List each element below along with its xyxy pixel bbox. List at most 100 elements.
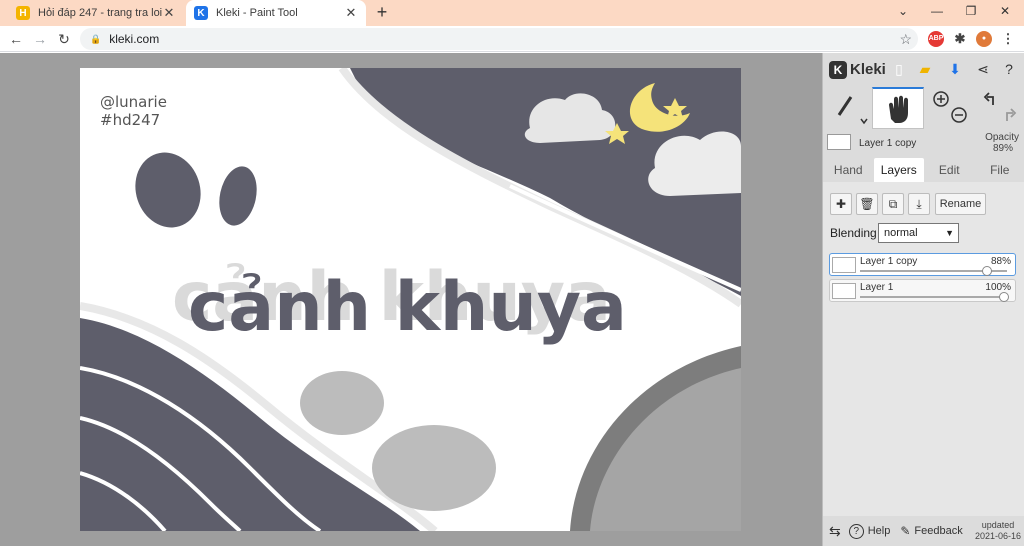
layer-name: Layer 1 bbox=[860, 282, 894, 293]
new-tab-button[interactable]: + bbox=[372, 3, 392, 23]
blob-shape bbox=[219, 166, 257, 226]
hand-icon bbox=[889, 95, 908, 123]
panel-footer: ⇆ ? Help ✎ Feedback updated 2021-06-16 bbox=[823, 516, 1024, 546]
chevron-down-icon: ▼ bbox=[945, 228, 954, 238]
lock-icon: 🔒 bbox=[90, 33, 102, 44]
layer-name: Layer 1 copy bbox=[860, 256, 918, 267]
drawing-workspace[interactable]: cảnh khuya cảnh khuya @lunarie #hd247 bbox=[0, 53, 822, 546]
profile-avatar-icon[interactable]: ● bbox=[976, 31, 992, 47]
address-text: kleki.com bbox=[109, 32, 160, 46]
hand-tool-button[interactable] bbox=[872, 87, 924, 129]
swap-side-icon[interactable]: ⇆ bbox=[829, 523, 841, 540]
updated-label: updated bbox=[981, 520, 1015, 530]
blob-shape bbox=[135, 152, 201, 228]
menu-kebab-icon[interactable]: ⋮ bbox=[1000, 31, 1016, 47]
current-layer-info: Layer 1 copy Opacity 89% bbox=[823, 131, 1024, 157]
artist-hashtag: #hd247 bbox=[100, 111, 161, 129]
artist-handle: @lunarie bbox=[100, 93, 167, 111]
layer-thumbnail bbox=[832, 257, 856, 273]
tab-search-icon[interactable]: ⌄ bbox=[886, 0, 920, 22]
duplicate-icon: ⧉ bbox=[888, 197, 898, 211]
close-icon[interactable]: ✕ bbox=[162, 5, 176, 21]
layer-opacity: 88% bbox=[990, 256, 1011, 267]
new-image-icon[interactable]: ▯ bbox=[889, 59, 909, 79]
address-bar[interactable]: 🔒 kleki.com ☆ bbox=[80, 28, 918, 50]
kleki-logo-icon: K bbox=[829, 60, 847, 79]
blending-label: Blending bbox=[830, 226, 877, 240]
brush-icon bbox=[837, 96, 868, 125]
close-icon[interactable]: ✕ bbox=[344, 5, 358, 21]
help-link[interactable]: Help bbox=[868, 525, 891, 537]
rock-shape bbox=[372, 425, 496, 511]
rename-button[interactable]: Rename bbox=[935, 193, 986, 215]
opacity-label: Opacity bbox=[985, 132, 1019, 143]
tab-edit[interactable]: Edit bbox=[924, 158, 975, 182]
drawing-canvas[interactable]: cảnh khuya cảnh khuya @lunarie #hd247 bbox=[80, 68, 741, 531]
zoom-in-icon[interactable] bbox=[933, 91, 949, 107]
feedback-icon: ✎ bbox=[900, 524, 911, 538]
forward-icon[interactable]: → bbox=[30, 29, 50, 49]
open-folder-icon[interactable]: ▰ bbox=[915, 59, 935, 79]
trash-icon: 🗑 bbox=[859, 197, 875, 211]
blending-select[interactable]: normal ▼ bbox=[878, 223, 959, 243]
tab-file[interactable]: File bbox=[975, 158, 1024, 182]
undo-icon[interactable] bbox=[983, 92, 994, 105]
redo-icon[interactable] bbox=[1006, 108, 1017, 121]
browser-tab-strip: H Hỏi đáp 247 - trang tra loi ✕ K Kleki … bbox=[0, 0, 1024, 26]
panel-header: K Kleki ▯ ▰ ⬇ ⋖ ? bbox=[823, 53, 1024, 86]
updated-info: updated 2021-06-16 bbox=[975, 520, 1021, 542]
delete-layer-button[interactable]: 🗑 bbox=[856, 193, 878, 215]
zoom-controls bbox=[927, 87, 973, 129]
share-icon[interactable]: ⋖ bbox=[973, 59, 993, 79]
help-icon: ? bbox=[848, 523, 864, 539]
star-icon[interactable]: ☆ bbox=[899, 31, 912, 48]
brush-tool-button[interactable] bbox=[823, 87, 871, 129]
panel-tabs: Hand Layers Edit File bbox=[823, 158, 1024, 182]
duplicate-layer-button[interactable]: ⧉ bbox=[882, 193, 904, 215]
restore-icon[interactable]: ❐ bbox=[954, 0, 988, 22]
tab-layers[interactable]: Layers bbox=[873, 158, 924, 182]
hd247-favicon-icon: H bbox=[16, 6, 30, 20]
tab-title: Kleki - Paint Tool bbox=[216, 7, 298, 19]
layer-item[interactable]: Layer 1 copy 88% bbox=[829, 253, 1016, 276]
current-layer-name: Layer 1 copy bbox=[859, 138, 917, 149]
browser-toolbar: ← → ↻ 🔒 kleki.com ☆ ABP ✱ ● ⋮ bbox=[0, 26, 1024, 52]
window-close-icon[interactable]: ✕ bbox=[988, 0, 1022, 22]
layer-thumbnail bbox=[832, 283, 856, 299]
layer-opacity-slider-track[interactable] bbox=[860, 296, 1007, 298]
tab-hd247[interactable]: H Hỏi đáp 247 - trang tra loi ✕ bbox=[8, 0, 184, 26]
plus-icon: ✚ bbox=[835, 197, 847, 211]
tool-selector bbox=[823, 87, 1024, 129]
tab-hand[interactable]: Hand bbox=[823, 158, 874, 182]
updated-date: 2021-06-16 bbox=[974, 531, 1021, 541]
reload-icon[interactable]: ↻ bbox=[54, 29, 74, 49]
canvas-artwork: cảnh khuya cảnh khuya bbox=[80, 68, 741, 531]
download-icon[interactable]: ⬇ bbox=[945, 59, 965, 79]
adblock-extension-icon[interactable]: ABP bbox=[928, 31, 944, 47]
tab-kleki[interactable]: K Kleki - Paint Tool ✕ bbox=[186, 0, 366, 26]
layer-opacity-slider-knob[interactable] bbox=[999, 292, 1009, 302]
app-name: Kleki bbox=[850, 61, 886, 78]
back-icon[interactable]: ← bbox=[6, 29, 26, 49]
headline-text: cảnh khuya bbox=[188, 268, 627, 347]
minimize-icon[interactable]: — bbox=[920, 0, 954, 22]
extensions-puzzle-icon[interactable]: ✱ bbox=[952, 31, 968, 47]
layer-opacity-slider-knob[interactable] bbox=[982, 266, 993, 276]
rock-shape bbox=[300, 371, 384, 435]
undo-redo-controls bbox=[977, 87, 1023, 129]
tab-title: Hỏi đáp 247 - trang tra loi bbox=[38, 7, 162, 19]
layers-panel: ✚ 🗑 ⧉ ⤓ Rename Blending normal ▼ Layer 1… bbox=[823, 182, 1024, 516]
zoom-out-icon[interactable] bbox=[951, 107, 967, 123]
kleki-favicon-icon: K bbox=[194, 6, 208, 20]
feedback-link[interactable]: Feedback bbox=[914, 525, 962, 537]
help-circle-icon[interactable]: ? bbox=[999, 59, 1019, 79]
kleki-logo[interactable]: K Kleki bbox=[829, 60, 886, 79]
merge-layer-button[interactable]: ⤓ bbox=[908, 193, 930, 215]
layer-opacity: 100% bbox=[985, 282, 1011, 293]
layer-thumbnail bbox=[827, 134, 851, 150]
add-layer-button[interactable]: ✚ bbox=[830, 193, 852, 215]
blending-value: normal bbox=[884, 227, 918, 239]
kleki-side-panel: K Kleki ▯ ▰ ⬇ ⋖ ? Layer 1 copy Opacity 8… bbox=[822, 53, 1024, 546]
merge-down-icon: ⤓ bbox=[916, 197, 922, 211]
layer-item[interactable]: Layer 1 100% bbox=[829, 279, 1016, 302]
